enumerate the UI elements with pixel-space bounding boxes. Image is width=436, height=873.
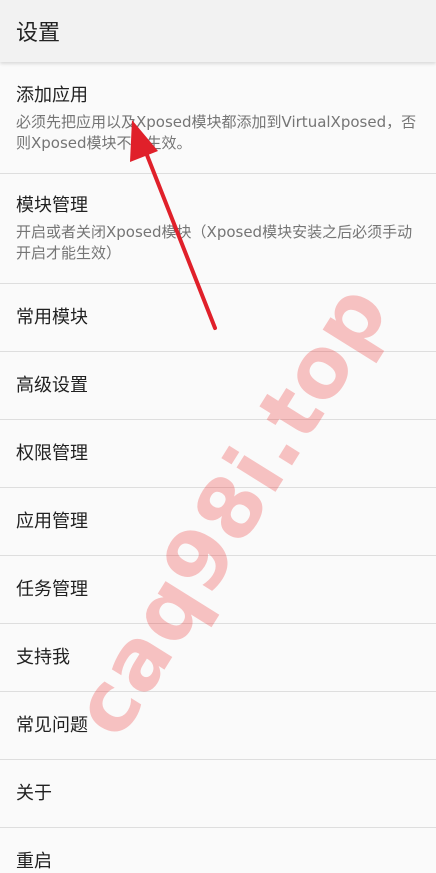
settings-item-summary: 必须先把应用以及Xposed模块都添加到VirtualXposed，否则Xpos… (16, 113, 417, 152)
settings-item-summary: 开启或者关闭Xposed模块（Xposed模块安装之后必须手动开启才能生效） (16, 223, 413, 262)
settings-item-faq[interactable]: 常见问题 (0, 692, 436, 760)
settings-screen: 设置 添加应用 必须先把应用以及Xposed模块都添加到VirtualXpose… (0, 0, 436, 873)
settings-item-title: 添加应用 (16, 85, 88, 106)
settings-item-app-management[interactable]: 应用管理 (0, 488, 436, 556)
settings-item-support-me[interactable]: 支持我 (0, 624, 436, 692)
app-bar: 设置 (0, 0, 436, 62)
page-title: 设置 (16, 21, 61, 46)
settings-list: 添加应用 必须先把应用以及Xposed模块都添加到VirtualXposed，否… (0, 64, 436, 873)
settings-item-title: 应用管理 (16, 511, 88, 532)
settings-item-title: 常用模块 (16, 307, 88, 328)
settings-item-title: 常见问题 (16, 715, 88, 736)
settings-item-title: 高级设置 (16, 375, 88, 396)
settings-item-title: 支持我 (16, 647, 70, 668)
settings-item-title: 任务管理 (16, 579, 88, 600)
settings-item-add-app[interactable]: 添加应用 必须先把应用以及Xposed模块都添加到VirtualXposed，否… (0, 64, 436, 174)
settings-item-common-modules[interactable]: 常用模块 (0, 284, 436, 352)
settings-item-title: 重启 (16, 851, 52, 872)
settings-item-title: 模块管理 (16, 195, 88, 216)
settings-item-about[interactable]: 关于 (0, 760, 436, 828)
settings-item-title: 权限管理 (16, 443, 88, 464)
settings-item-module-management[interactable]: 模块管理 开启或者关闭Xposed模块（Xposed模块安装之后必须手动开启才能… (0, 174, 436, 284)
settings-item-title: 关于 (16, 783, 52, 804)
settings-item-task-management[interactable]: 任务管理 (0, 556, 436, 624)
settings-item-reboot[interactable]: 重启 (0, 828, 436, 873)
settings-item-permission-management[interactable]: 权限管理 (0, 420, 436, 488)
settings-item-advanced-settings[interactable]: 高级设置 (0, 352, 436, 420)
